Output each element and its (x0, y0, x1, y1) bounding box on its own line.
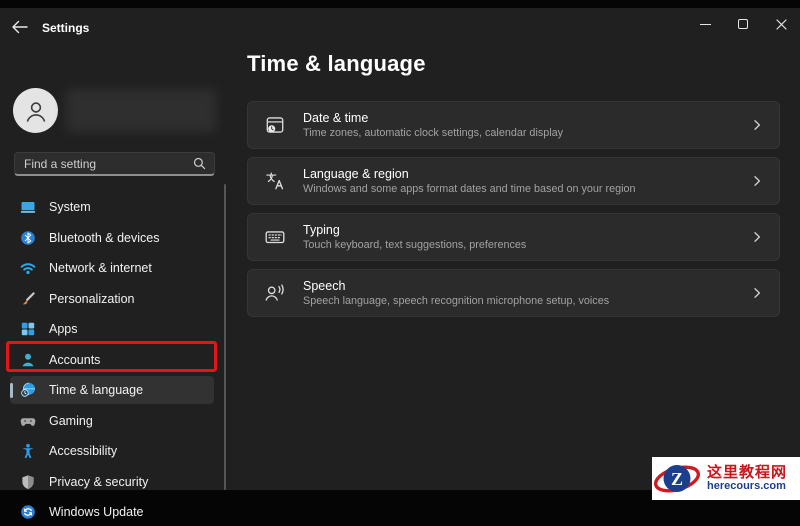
search-input[interactable] (15, 156, 193, 171)
selected-indicator-pill (10, 382, 13, 398)
network-icon (20, 260, 36, 276)
sidebar-item-privacy-security[interactable]: Privacy & security (10, 468, 214, 496)
sidebar-scrollbar[interactable] (224, 184, 226, 490)
app-title: Settings (42, 21, 90, 35)
sidebar-item-windows-update[interactable]: Windows Update (10, 498, 214, 526)
card-title: Date & time (303, 111, 369, 125)
sidebar-item-label: Windows Update (49, 505, 144, 519)
back-arrow-icon (11, 19, 29, 35)
sidebar-item-label: System (49, 200, 91, 214)
sidebar-item-accounts[interactable]: Accounts (10, 346, 214, 374)
system-icon (20, 199, 36, 215)
search-box[interactable] (14, 152, 215, 176)
card-title: Speech (303, 279, 346, 293)
sidebar-item-label: Time & language (49, 383, 144, 397)
windows-update-icon (20, 504, 36, 520)
sidebar-item-time-language[interactable]: Time & language (10, 376, 214, 404)
chevron-right-icon (751, 119, 763, 131)
card-title: Typing (303, 223, 340, 237)
sidebar-item-label: Accessibility (49, 444, 118, 458)
magnifier-icon (193, 157, 206, 170)
date-time-icon (264, 114, 286, 136)
card-speech[interactable]: Speech Speech language, speech recogniti… (247, 269, 780, 317)
personalization-icon (20, 291, 36, 307)
chevron-right-icon (751, 175, 763, 187)
person-icon (23, 98, 49, 124)
typing-keyboard-icon (264, 226, 286, 248)
back-button[interactable] (11, 19, 29, 35)
settings-window: Settings Find a setting System Bluetooth… (0, 8, 800, 519)
sidebar-item-label: Apps (49, 322, 78, 336)
page-title: Time & language (247, 51, 426, 76)
watermark-site-name: 这里教程网 (707, 463, 788, 481)
card-subtitle: Speech language, speech recognition micr… (303, 295, 610, 307)
chevron-right-icon (751, 231, 763, 243)
accessibility-icon (20, 443, 36, 459)
sidebar-item-apps[interactable]: Apps (10, 315, 214, 343)
sidebar-item-gaming[interactable]: Gaming (10, 407, 214, 435)
watermark-logo: Z (654, 458, 702, 499)
language-region-icon (264, 170, 286, 192)
gaming-icon (20, 413, 36, 429)
sidebar-item-label: Privacy & security (49, 474, 149, 489)
sidebar-item-personalization[interactable]: Personalization (10, 285, 214, 313)
time-language-icon (20, 382, 36, 398)
sidebar-item-network[interactable]: Network & internet (10, 254, 214, 282)
speech-icon (264, 282, 286, 304)
privacy-shield-icon (20, 474, 36, 490)
sidebar: System Bluetooth & devices Network & int… (0, 42, 226, 519)
sidebar-item-label: Network & internet (49, 261, 152, 275)
card-subtitle: Time zones, automatic clock settings, ca… (303, 127, 564, 139)
card-date-time[interactable]: Date & time Time zones, automatic clock … (247, 101, 780, 149)
sidebar-item-label: Accounts (49, 352, 101, 367)
sidebar-item-bluetooth[interactable]: Bluetooth & devices (10, 224, 214, 252)
main-content: Time & language Date & time Time zones, … (247, 8, 800, 490)
avatar[interactable] (13, 88, 58, 133)
settings-cards: Date & time Time zones, automatic clock … (247, 101, 780, 317)
sidebar-item-accessibility[interactable]: Accessibility (10, 437, 214, 465)
sidebar-item-label: Bluetooth & devices (49, 230, 160, 245)
card-subtitle: Windows and some apps format dates and t… (303, 183, 636, 195)
chevron-right-icon (751, 287, 763, 299)
watermark-logo-letter: Z (671, 469, 683, 489)
card-typing[interactable]: Typing Touch keyboard, text suggestions,… (247, 213, 780, 261)
card-subtitle: Touch keyboard, text suggestions, prefer… (303, 239, 527, 251)
sidebar-item-label: Gaming (49, 413, 93, 428)
user-name-redacted (66, 89, 216, 132)
sidebar-item-system[interactable]: System (10, 193, 214, 221)
watermark-badge: Z 这里教程网 herecours.com (652, 457, 800, 500)
card-language-region[interactable]: Language & region Windows and some apps … (247, 157, 780, 205)
accounts-icon (20, 352, 36, 368)
sidebar-nav: System Bluetooth & devices Network & int… (0, 193, 224, 526)
bluetooth-icon (20, 230, 36, 246)
sidebar-item-label: Personalization (49, 291, 135, 306)
apps-icon (20, 321, 36, 337)
watermark-site-url: herecours.com (707, 479, 786, 492)
card-title: Language & region (303, 167, 409, 181)
